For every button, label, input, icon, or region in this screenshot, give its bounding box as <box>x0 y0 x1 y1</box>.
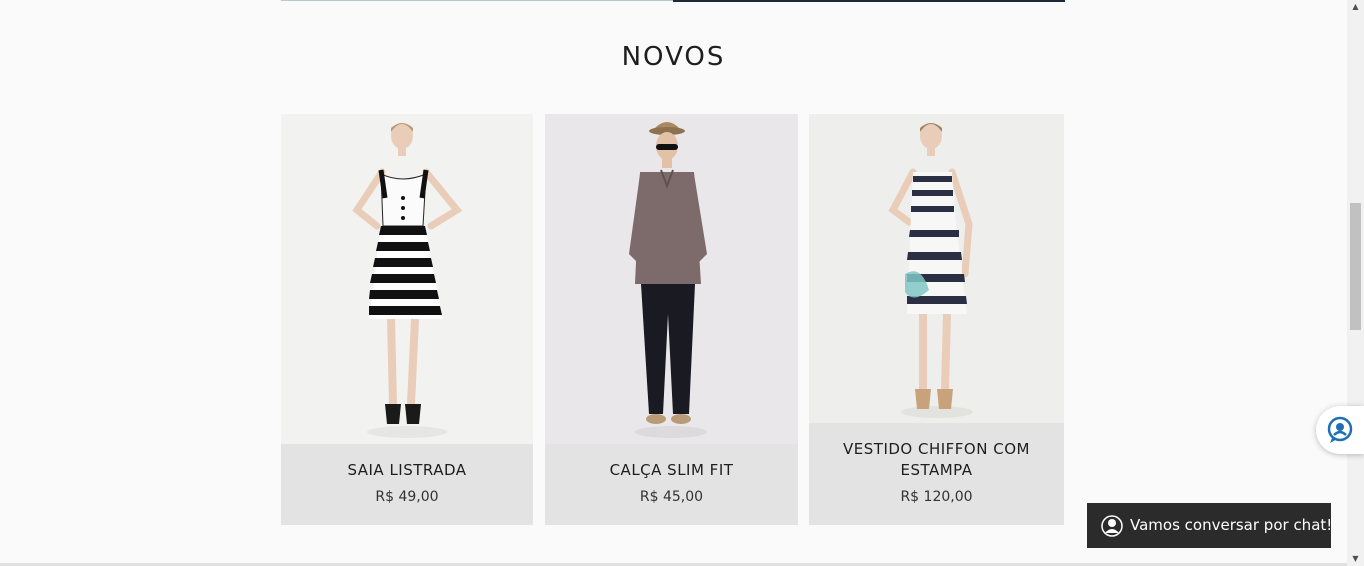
product-card-vestido-chiffon[interactable]: VESTIDO CHIFFON COM ESTAMPA R$ 120,00 <box>809 114 1064 525</box>
section-title: NOVOS <box>621 42 726 72</box>
product-image[interactable] <box>545 114 798 444</box>
product-card-calca-slim-fit[interactable]: CALÇA SLIM FIT R$ 45,00 <box>545 114 798 525</box>
top-banner-image-right <box>673 0 1065 2</box>
product-price: R$ 49,00 <box>375 489 439 505</box>
product-info: CALÇA SLIM FIT R$ 45,00 <box>545 444 798 525</box>
scroll-down-arrow-icon[interactable]: ▼ <box>1347 552 1364 566</box>
chat-launcher-button[interactable] <box>1316 406 1364 454</box>
chat-bar-label: Vamos conversar por chat! <box>1130 516 1333 534</box>
user-icon <box>1101 515 1123 541</box>
scroll-up-arrow-icon[interactable]: ▲ <box>1347 0 1364 14</box>
scroll-thumb[interactable] <box>1350 203 1361 330</box>
product-name[interactable]: CALÇA SLIM FIT <box>545 460 798 481</box>
product-info: SAIA LISTRADA R$ 49,00 <box>281 444 533 525</box>
page-scrollbar[interactable]: ▲ ▼ <box>1347 0 1364 566</box>
product-image[interactable] <box>809 114 1064 423</box>
product-price: R$ 120,00 <box>900 489 973 505</box>
product-card-saia-listrada[interactable]: SAIA LISTRADA R$ 49,00 <box>281 114 533 525</box>
product-price: R$ 45,00 <box>639 489 704 505</box>
product-image[interactable] <box>281 114 533 444</box>
top-banner-image-left <box>281 0 673 1</box>
product-info: VESTIDO CHIFFON COM ESTAMPA R$ 120,00 <box>809 423 1064 525</box>
chat-bar-button[interactable]: Vamos conversar por chat! <box>1087 503 1333 548</box>
product-name[interactable]: SAIA LISTRADA <box>281 460 533 481</box>
product-name[interactable]: VESTIDO CHIFFON COM ESTAMPA <box>809 439 1064 481</box>
